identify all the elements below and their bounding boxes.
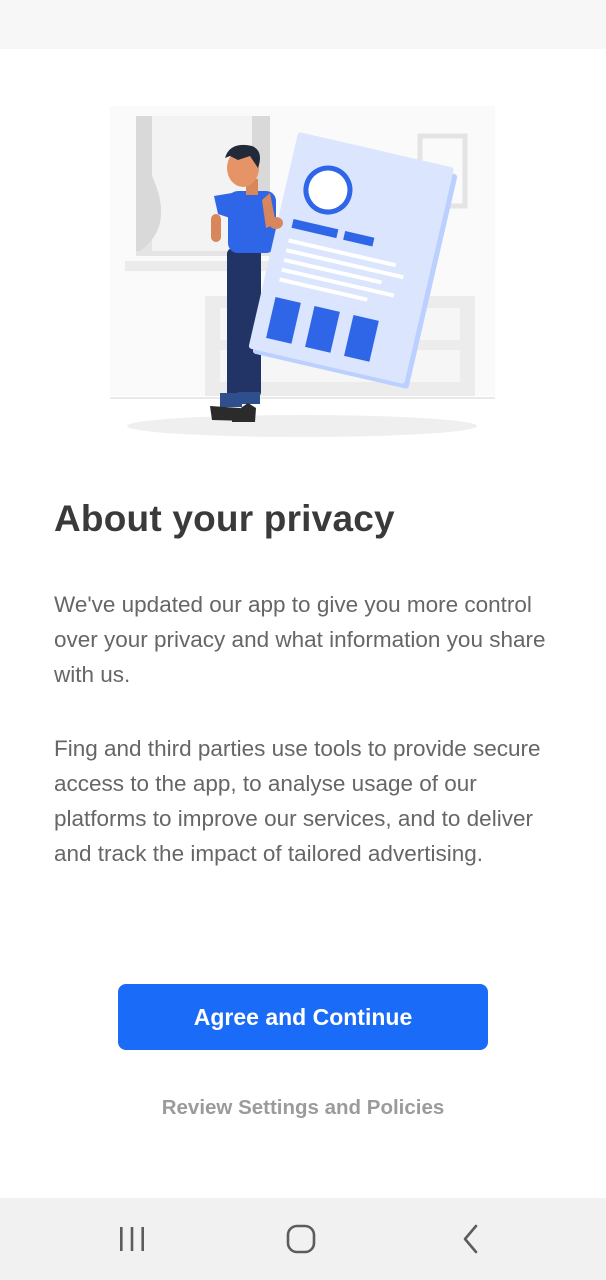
recents-button[interactable]	[102, 1216, 162, 1262]
back-button[interactable]	[441, 1216, 501, 1262]
page-title: About your privacy	[54, 498, 395, 539]
privacy-detail-text: Fing and third parties use tools to prov…	[54, 736, 541, 866]
agree-and-continue-button[interactable]: Agree and Continue	[118, 984, 488, 1050]
back-icon	[463, 1224, 478, 1254]
recents-icon	[120, 1227, 144, 1251]
home-icon	[286, 1224, 316, 1254]
person-holding-document-illustration	[110, 106, 495, 437]
agree-button-label: Agree and Continue	[193, 1003, 413, 1030]
status-bar	[0, 0, 606, 49]
privacy-illustration	[80, 96, 530, 446]
privacy-screen: About your privacy We've updated our app…	[0, 0, 606, 1280]
review-settings-link[interactable]: Review Settings and Policies	[0, 1096, 606, 1120]
privacy-intro-text: We've updated our app to give you more c…	[54, 592, 546, 687]
home-button[interactable]	[271, 1216, 331, 1262]
system-navigation-bar	[0, 1198, 606, 1280]
